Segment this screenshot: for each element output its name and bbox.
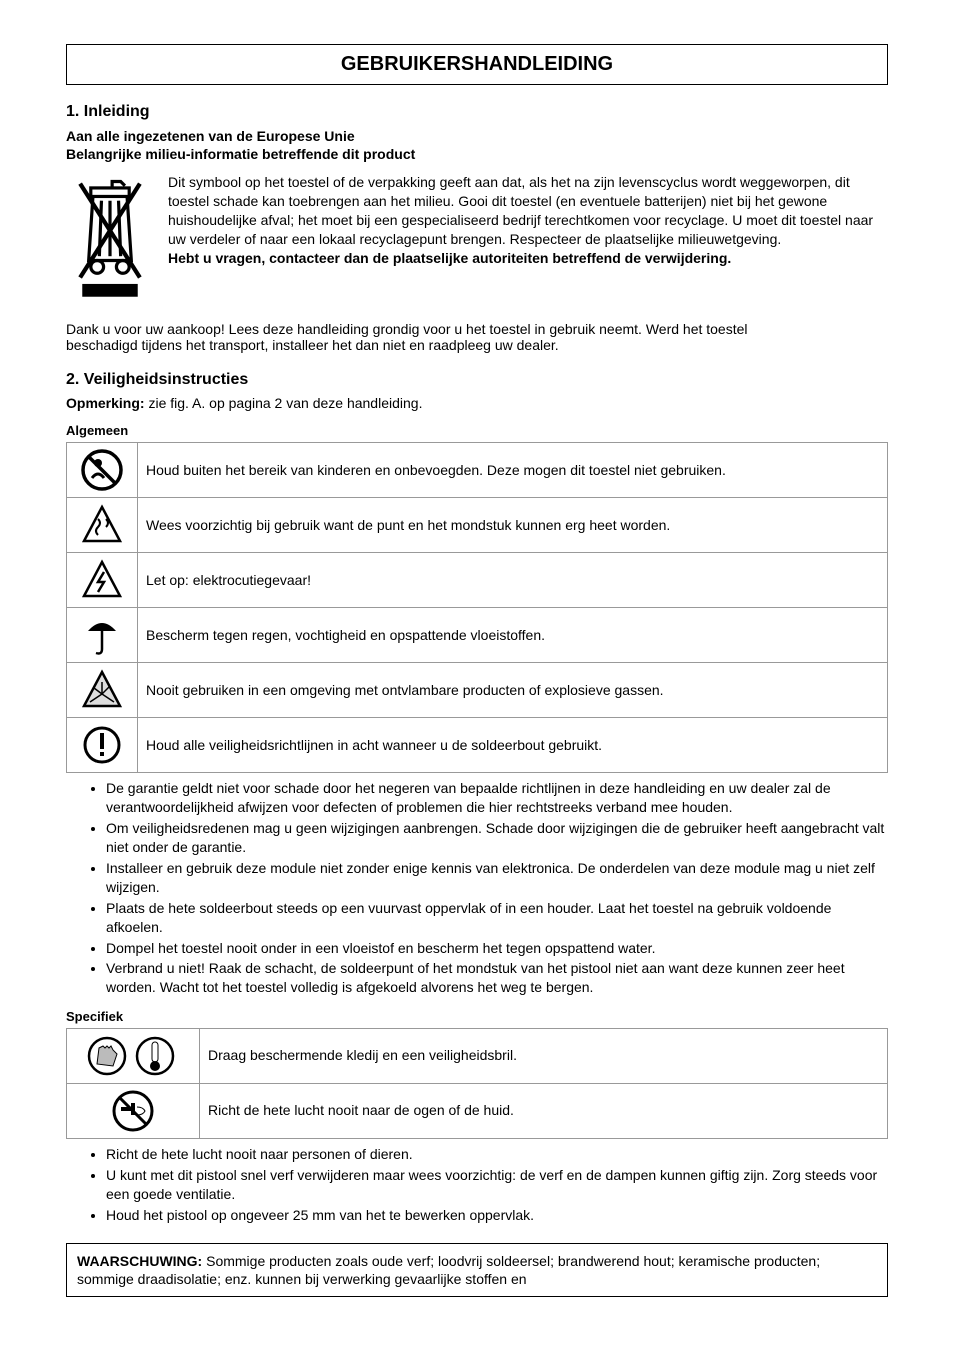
table-row: Bescherm tegen regen, vochtigheid en ops… — [67, 608, 888, 663]
row-text: Houd buiten het bereik van kinderen en o… — [138, 443, 888, 498]
table-row: Houd buiten het bereik van kinderen en o… — [67, 443, 888, 498]
list-item: Verbrand u niet! Raak de schacht, de sol… — [106, 959, 888, 997]
row-text: Bescherm tegen regen, vochtigheid en ops… — [138, 608, 888, 663]
row-text: Houd alle veiligheidsrichtlijnen in acht… — [138, 718, 888, 773]
weee-text: Dit symbool op het toestel of de verpakk… — [168, 174, 873, 247]
list-item: Houd het pistool op ongeveer 25 mm van h… — [106, 1206, 888, 1225]
row-text: Wees voorzichtig bij gebruik want de pun… — [138, 498, 888, 553]
general-warning-icon — [67, 718, 138, 773]
explosive-warning-icon — [67, 663, 138, 718]
section-1-heading: 1. Inleiding — [66, 103, 888, 121]
section-2-heading: 2. Veiligheidsinstructies — [66, 371, 888, 389]
thank-you-lines: Dank u voor uw aankoop! Lees deze handle… — [66, 321, 888, 353]
table-row: Let op: elektrocutiegevaar! — [67, 553, 888, 608]
hot-surface-warning-icon — [67, 498, 138, 553]
thanks-line-2: beschadigd tijdens het transport, instal… — [66, 337, 559, 353]
keep-dry-umbrella-icon — [67, 608, 138, 663]
weee-bin-icon — [66, 173, 154, 301]
row-text: Richt de hete lucht nooit naar de ogen o… — [200, 1084, 888, 1139]
row-text: Draag beschermende kledij en een veiligh… — [200, 1029, 888, 1084]
note-line: Opmerking: zie fig. A. op pagina 2 van d… — [66, 395, 888, 411]
gloves-thermometer-icon — [67, 1029, 200, 1084]
table-row: Houd alle veiligheidsrichtlijnen in acht… — [67, 718, 888, 773]
note-prefix: Opmerking: — [66, 395, 148, 411]
row-text: Nooit gebruiken in een omgeving met ontv… — [138, 663, 888, 718]
list-item: Dompel het toestel nooit onder in een vl… — [106, 939, 888, 958]
list-item: De garantie geldt niet voor schade door … — [106, 779, 888, 817]
env-info-heading: Belangrijke milieu-informatie betreffend… — [66, 146, 415, 162]
thank-you-text: Aan alle ingezetenen van de Europese Uni… — [66, 127, 888, 163]
general-header: Algemeen — [66, 423, 888, 438]
electric-shock-warning-icon — [67, 553, 138, 608]
warning-prefix: WAARSCHUWING: — [77, 1253, 202, 1269]
list-item: Richt de hete lucht nooit naar personen … — [106, 1145, 888, 1164]
title-text: GEBRUIKERSHANDLEIDING — [341, 53, 613, 75]
weee-bold: Hebt u vragen, contacteer dan de plaatse… — [168, 250, 731, 266]
table-row: Nooit gebruiken in een omgeving met ontv… — [67, 663, 888, 718]
specific-header: Specifiek — [66, 1009, 888, 1024]
specific-symbols-table: Draag beschermende kledij en een veiligh… — [66, 1028, 888, 1139]
specific-bullets: Richt de hete lucht nooit naar personen … — [66, 1145, 888, 1225]
general-bullets: De garantie geldt niet voor schade door … — [66, 779, 888, 997]
list-item: Installeer en gebruik deze module niet z… — [106, 859, 888, 897]
thanks-line-1: Dank u voor uw aankoop! Lees deze handle… — [66, 321, 748, 337]
eu-heading: Aan alle ingezetenen van de Europese Uni… — [66, 128, 355, 144]
warning-box: WAARSCHUWING: Sommige producten zoals ou… — [66, 1243, 888, 1297]
list-item: U kunt met dit pistool snel verf verwijd… — [106, 1166, 888, 1204]
table-row: Wees voorzichtig bij gebruik want de pun… — [67, 498, 888, 553]
title-box: GEBRUIKERSHANDLEIDING — [66, 44, 888, 85]
general-symbols-table: Houd buiten het bereik van kinderen en o… — [66, 442, 888, 773]
table-row: Richt de hete lucht nooit naar de ogen o… — [67, 1084, 888, 1139]
no-children-icon — [67, 443, 138, 498]
table-row: Draag beschermende kledij en een veiligh… — [67, 1029, 888, 1084]
list-item: Plaats de hete soldeerbout steeds op een… — [106, 899, 888, 937]
note-text: zie fig. A. op pagina 2 van deze handlei… — [148, 395, 422, 411]
row-text: Let op: elektrocutiegevaar! — [138, 553, 888, 608]
no-aim-body-icon — [67, 1084, 200, 1139]
list-item: Om veiligheidsredenen mag u geen wijzigi… — [106, 819, 888, 857]
